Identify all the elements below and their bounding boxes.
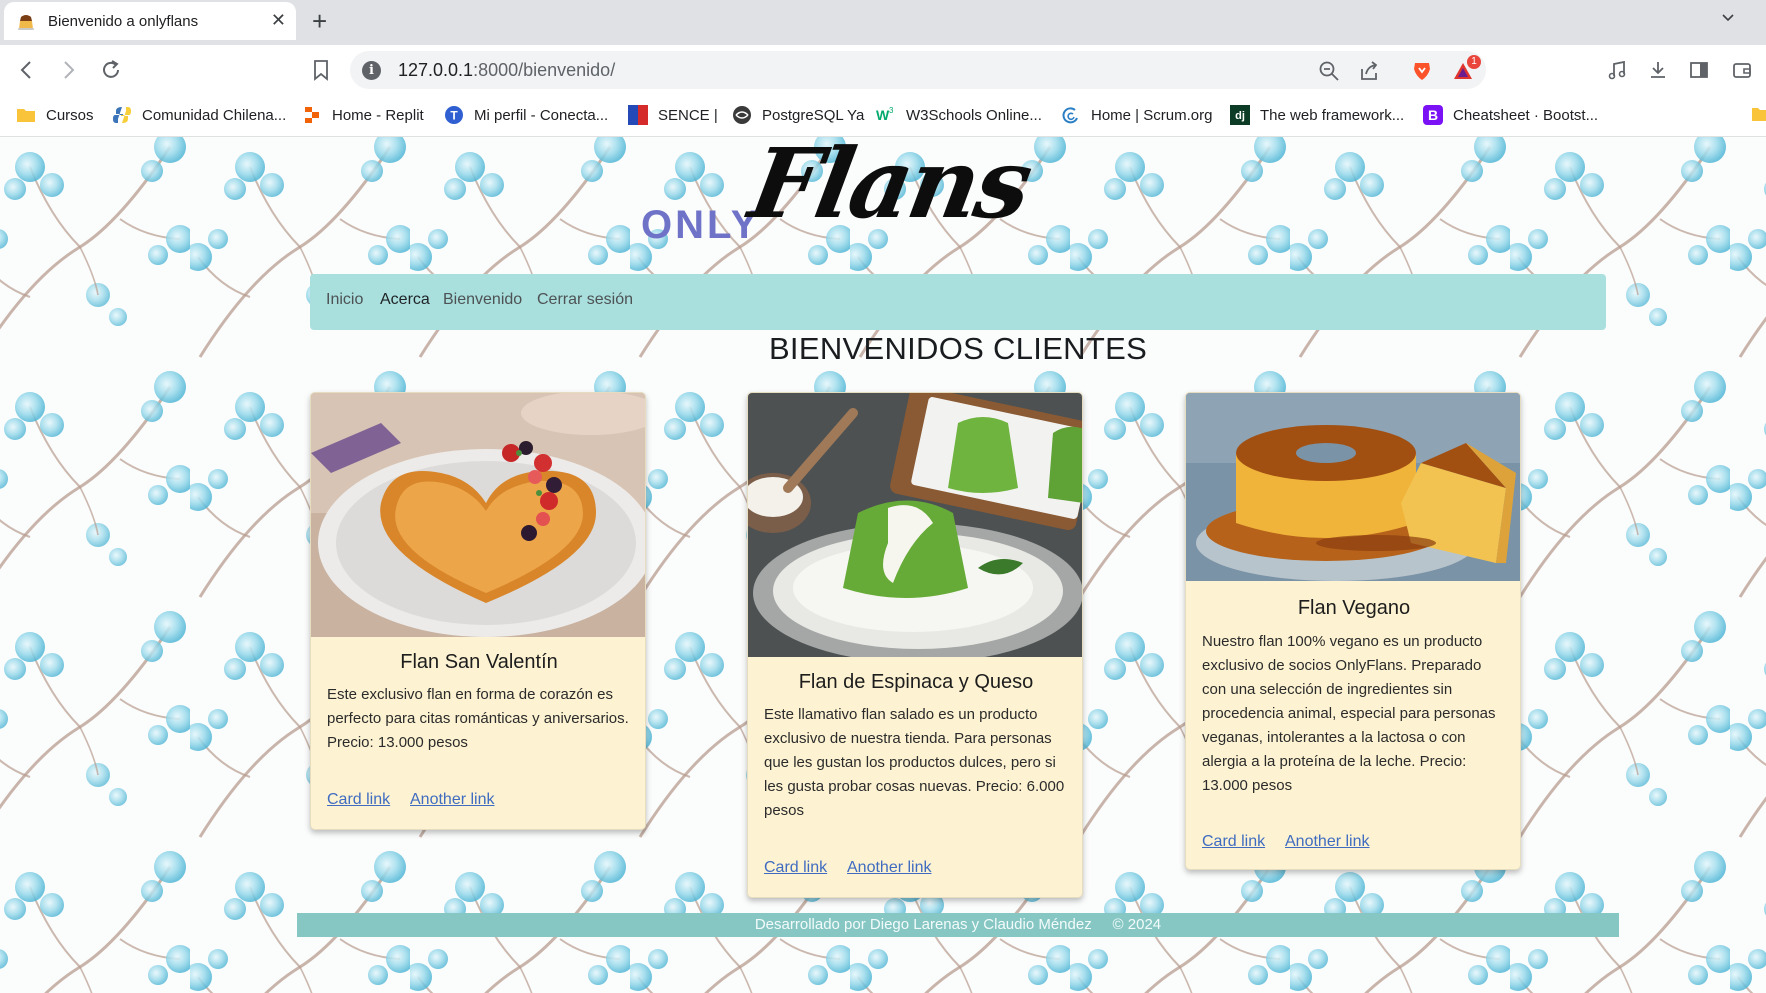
brave-shield-icon[interactable] <box>1411 60 1433 82</box>
card-link[interactable]: Card link <box>764 859 827 877</box>
svg-text:W: W <box>876 107 890 123</box>
logo-only-text: ONLY <box>641 203 761 247</box>
page-footer: Desarrollado por Diego Larenas y Claudio… <box>297 913 1619 937</box>
bookmarks-bar: Cursos Comunidad Chilena... Home - Repli… <box>0 95 1766 137</box>
replit-icon <box>302 105 322 125</box>
logo-flans-text: Flans <box>742 137 1038 240</box>
rewards-badge: 1 <box>1467 55 1481 69</box>
bookmark-comunidad[interactable]: Comunidad Chilena... <box>112 103 286 127</box>
close-tab-icon[interactable]: ✕ <box>271 10 286 31</box>
footer-text: Desarrollado por Diego Larenas y Claudio… <box>297 916 1619 933</box>
url-text[interactable]: 127.0.0.1:8000/bienvenido/ <box>398 60 615 81</box>
bookmark-w3schools[interactable]: W3 W3Schools Online... <box>876 103 1042 127</box>
page-title: BIENVENIDOS CLIENTES <box>768 331 1148 366</box>
nav-cerrar-sesion[interactable]: Cerrar sesión <box>537 291 633 309</box>
product-card-san-valentin: Flan San Valentín Este exclusivo flan en… <box>310 392 646 830</box>
bookmark-conecta[interactable]: T Mi perfil - Conecta... <box>444 103 608 127</box>
flan-san-valentin-image <box>311 393 645 637</box>
another-link[interactable]: Another link <box>1285 833 1370 851</box>
download-icon[interactable] <box>1647 59 1669 81</box>
zoom-out-icon[interactable] <box>1318 60 1340 82</box>
bookmark-postgresql[interactable]: PostgreSQL Ya <box>732 103 864 127</box>
flan-espinaca-queso-image <box>748 393 1082 657</box>
bookmark-bootstrap[interactable]: B Cheatsheet · Bootst... <box>1423 103 1598 127</box>
bookmark-sence[interactable]: SENCE | <box>628 103 718 127</box>
new-tab-button[interactable]: + <box>312 6 327 37</box>
another-link[interactable]: Another link <box>410 791 495 809</box>
other-bookmarks-folder-icon[interactable] <box>1752 105 1766 123</box>
tab-title: Bienvenido a onlyflans <box>48 13 199 30</box>
card-text: Este exclusivo flan en forma de corazón … <box>327 686 629 751</box>
nav-acerca[interactable]: Acerca <box>380 291 430 309</box>
browser-toolbar: i 127.0.0.1:8000/bienvenido/ 1 <box>0 45 1766 95</box>
conecta-icon: T <box>444 105 464 125</box>
sence-icon <box>628 105 648 125</box>
footer-copyright: © 2024 <box>1112 916 1162 933</box>
sidebar-icon[interactable] <box>1688 59 1710 81</box>
svg-text:dj: dj <box>1235 110 1245 122</box>
bookmark-django[interactable]: dj The web framework... <box>1230 103 1404 127</box>
share-icon[interactable] <box>1358 60 1380 82</box>
flan-favicon-icon <box>18 15 34 30</box>
reload-icon[interactable] <box>98 57 124 83</box>
back-arrow-icon[interactable] <box>14 57 40 83</box>
bookmark-scrum[interactable]: Home | Scrum.org <box>1061 103 1212 127</box>
footer-credit: Desarrollado por Diego Larenas y Claudio… <box>754 916 1092 933</box>
card-title: Flan Vegano <box>1297 597 1411 619</box>
svg-text:3: 3 <box>889 106 894 115</box>
card-text: Nuestro flan 100% vegano es un producto … <box>1202 633 1496 794</box>
forward-arrow-icon[interactable] <box>55 57 81 83</box>
svg-text:T: T <box>450 109 458 123</box>
scrum-icon <box>1061 105 1081 125</box>
postgres-icon <box>732 105 752 125</box>
site-info-icon[interactable]: i <box>362 61 381 80</box>
card-text: Este llamativo flan salado es un product… <box>764 706 1065 819</box>
card-title: Flan San Valentín <box>400 651 558 673</box>
product-card-vegano: Flan Vegano Nuestro flan 100% vegano es … <box>1185 392 1521 870</box>
web-page: ONLY Flans Inicio Acerca Bienvenido Cerr… <box>0 137 1766 993</box>
media-controls-icon[interactable] <box>1606 59 1628 81</box>
tab-search-chevron-icon[interactable] <box>1722 12 1734 24</box>
address-bar[interactable]: i 127.0.0.1:8000/bienvenido/ <box>350 51 1486 89</box>
django-icon: dj <box>1230 105 1250 125</box>
flan-vegano-image <box>1186 393 1520 581</box>
bookmark-page-icon[interactable] <box>310 58 332 82</box>
card-link[interactable]: Card link <box>327 791 390 809</box>
python-icon <box>112 105 132 125</box>
card-title: Flan de Espinaca y Queso <box>798 671 1034 693</box>
bookmark-replit[interactable]: Home - Replit <box>302 103 424 127</box>
product-card-espinaca-queso: Flan de Espinaca y Queso Este llamativo … <box>747 392 1083 898</box>
bootstrap-icon: B <box>1423 105 1443 125</box>
card-link[interactable]: Card link <box>1202 833 1265 851</box>
folder-icon <box>16 105 36 125</box>
another-link[interactable]: Another link <box>847 859 932 877</box>
bookmark-cursos[interactable]: Cursos <box>16 103 94 127</box>
svg-text:B: B <box>1428 107 1438 123</box>
main-navbar: Inicio Acerca Bienvenido Cerrar sesión <box>310 274 1606 330</box>
browser-tab[interactable]: Bienvenido a onlyflans ✕ <box>4 2 296 40</box>
w3schools-icon: W3 <box>876 105 896 125</box>
nav-bienvenido[interactable]: Bienvenido <box>443 291 522 309</box>
nav-inicio[interactable]: Inicio <box>326 291 363 309</box>
wallet-icon[interactable] <box>1731 59 1753 81</box>
browser-tab-strip: Bienvenido a onlyflans ✕ + <box>0 0 1766 45</box>
onlyflans-logo[interactable]: ONLY Flans <box>640 137 1038 267</box>
